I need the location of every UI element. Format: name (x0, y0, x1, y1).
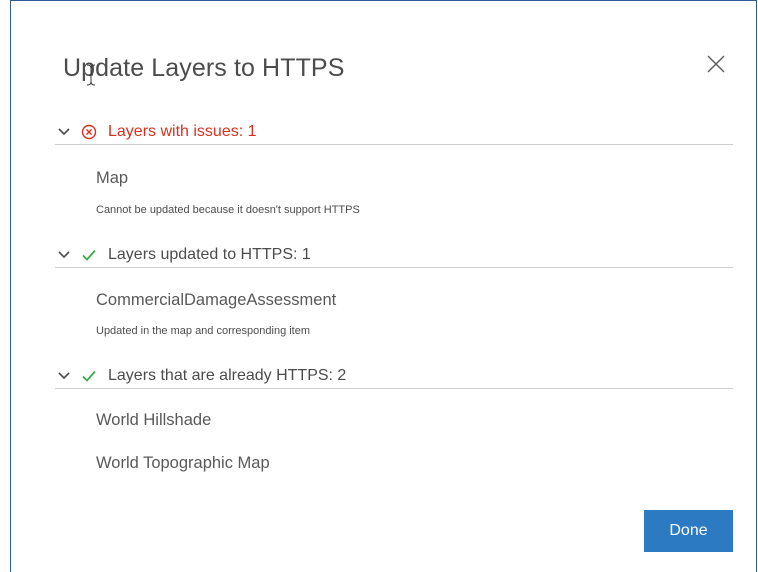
done-button[interactable]: Done (644, 510, 733, 552)
check-icon (81, 368, 97, 384)
layer-item-name: World Hillshade (96, 411, 212, 429)
section-header-updated[interactable]: Layers updated to HTTPS: 1 (55, 242, 733, 268)
layer-item-name: Map (96, 169, 129, 187)
section-header-issues[interactable]: Layers with issues: 1 (55, 119, 733, 145)
section-label-issues: Layers with issues: 1 (108, 122, 257, 140)
layer-item-name: World Topographic Map (96, 454, 270, 472)
check-icon (81, 247, 97, 263)
dialog-title: Update Layers to HTTPS (63, 54, 345, 82)
chevron-down-icon (57, 369, 71, 383)
text-cursor-icon (86, 64, 96, 86)
section-label-already-https: Layers that are already HTTPS: 2 (108, 366, 347, 384)
chevron-down-icon (57, 248, 71, 262)
section-label-updated: Layers updated to HTTPS: 1 (108, 245, 311, 263)
dialog-frame (10, 0, 757, 572)
layer-item-description: Updated in the map and corresponding ite… (96, 325, 311, 337)
section-header-already-https[interactable]: Layers that are already HTTPS: 2 (55, 363, 733, 389)
chevron-down-icon (57, 125, 71, 139)
layer-item-name: CommercialDamageAssessment (96, 291, 337, 309)
error-circle-icon (81, 124, 97, 140)
close-icon (707, 55, 725, 73)
close-button[interactable] (706, 54, 726, 74)
layer-item-description: Cannot be updated because it doesn't sup… (96, 204, 360, 216)
